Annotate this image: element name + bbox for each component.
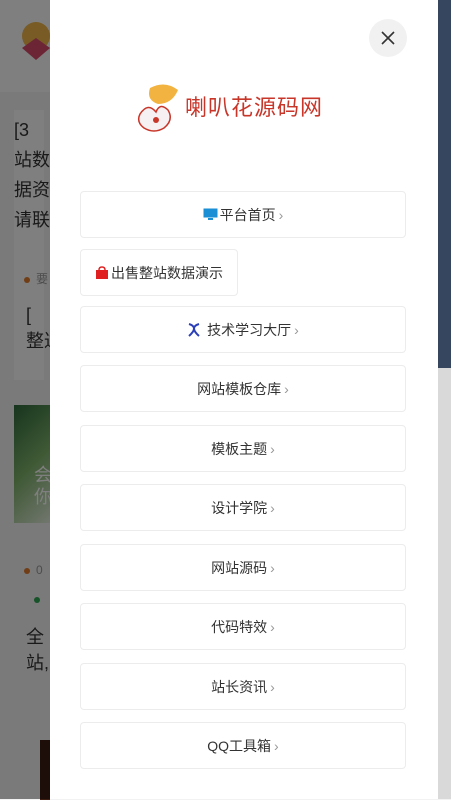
menu-item-design-academy[interactable]: 设计学院 › [80,484,406,531]
monitor-icon [203,208,218,220]
menu-item-label: 站长资讯 [211,678,268,695]
menu-item-label: 平台首页 [219,206,276,223]
menu-item-qq-toolbox[interactable]: QQ工具箱 › [80,722,406,769]
chevron-right-icon: › [274,737,279,754]
chevron-right-icon: › [270,678,275,695]
menu-item-sale-demo[interactable]: 出售整站数据演示 [80,249,238,296]
chevron-right-icon: › [270,559,275,576]
shopping-bag-icon [96,265,108,279]
menu-item-label: 代码特效 [211,618,268,635]
menu-item-label: 网站源码 [211,559,268,576]
menu-item-label: 技术学习大厅 [207,321,292,338]
menu-item-webmaster-news[interactable]: 站长资讯 › [80,663,406,710]
menu-item-template-warehouse[interactable]: 网站模板仓库 › [80,365,406,412]
close-button[interactable] [369,19,407,57]
menu-item-label: 设计学院 [211,499,268,516]
logo-text: 喇叭花源码网 [185,96,324,121]
chevron-right-icon: › [284,380,289,397]
menu-item-label: QQ工具箱 [207,737,272,754]
chevron-right-icon: › [270,440,275,457]
menu-item-template-theme[interactable]: 模板主题 › [80,425,406,472]
chevron-right-icon: › [294,321,299,338]
side-drawer: 喇叭花源码网 平台首页 › 出售整站数据演示 技术学习大厅 › 网站模板仓库 ›… [50,0,438,799]
scrollbar-thumb[interactable] [438,368,451,799]
chevron-right-icon: › [270,499,275,516]
menu-item-site-source[interactable]: 网站源码 › [80,544,406,591]
menu-item-code-effects[interactable]: 代码特效 › [80,603,406,650]
menu-item-label: 网站模板仓库 [197,380,282,397]
dna-icon [188,322,200,337]
site-logo[interactable]: 喇叭花源码网 [130,80,358,140]
chevron-right-icon: › [270,618,275,635]
menu-item-platform-home[interactable]: 平台首页 › [80,191,406,238]
menu-item-tech-hall[interactable]: 技术学习大厅 › [80,306,406,353]
menu-item-label: 模板主题 [211,440,268,457]
menu-item-label: 出售整站数据演示 [111,264,223,281]
chevron-right-icon: › [278,206,284,223]
close-icon [381,31,395,45]
